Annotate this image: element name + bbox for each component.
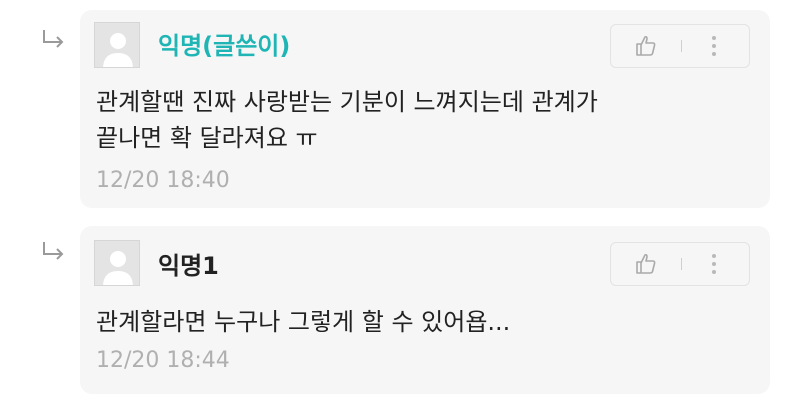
comment-actions — [610, 242, 750, 286]
reply-arrow-icon — [43, 242, 64, 260]
reply-arrow-icon — [43, 30, 64, 48]
thumbs-up-icon[interactable] — [635, 35, 657, 57]
avatar-icon[interactable] — [94, 240, 140, 286]
comment-text: 관계할라면 누구나 그렇게 할 수 있어욥... — [96, 304, 736, 340]
comment-text-line: 관계할라면 누구나 그렇게 할 수 있어욥... — [96, 308, 511, 336]
divider — [681, 40, 682, 52]
thumbs-up-icon[interactable] — [635, 253, 657, 275]
comment-author[interactable]: 익명(글쓴이) — [158, 32, 290, 60]
comment-text: 관계할땐 진짜 사랑받는 기분이 느껴지는데 관계가 끝나면 확 달라져요 ㅠ — [96, 84, 736, 156]
comment-card: 익명(글쓴이) 관계할땐 진짜 사랑받는 기분이 느껴지는데 관계가 끝나면 확… — [80, 10, 770, 208]
avatar-icon[interactable] — [94, 22, 140, 68]
more-vertical-icon[interactable] — [711, 252, 717, 276]
comment-text-line: 끝나면 확 달라져요 ㅠ — [96, 124, 318, 152]
comment-timestamp: 12/20 18:44 — [96, 348, 230, 373]
more-vertical-icon[interactable] — [711, 34, 717, 58]
comment-card: 익명1 관계할라면 누구나 그렇게 할 수 있어욥... 12/20 18:44 — [80, 226, 770, 394]
comment-timestamp: 12/20 18:40 — [96, 168, 230, 193]
comment-actions — [610, 24, 750, 68]
divider — [681, 258, 682, 270]
comment-text-line: 관계할땐 진짜 사랑받는 기분이 느껴지는데 관계가 — [96, 88, 598, 116]
comment-author[interactable]: 익명1 — [158, 252, 219, 280]
